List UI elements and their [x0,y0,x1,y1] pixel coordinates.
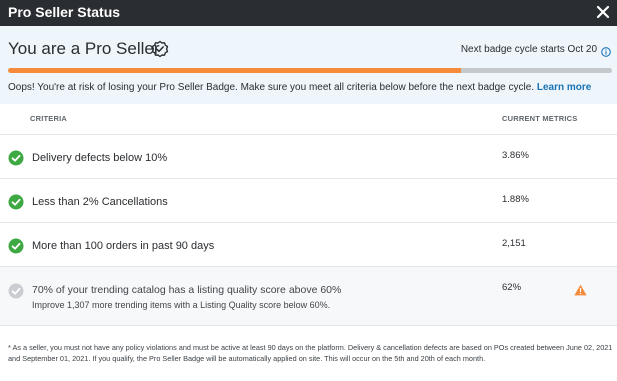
check-circle-icon [8,283,24,299]
criteria-label: More than 100 orders in past 90 days [32,240,215,252]
close-icon[interactable] [594,2,612,22]
table-row: Less than 2% Cancellations 1.88% [0,178,617,222]
criteria-label: Delivery defects below 10% [32,152,168,164]
warning-text: Oops! You're at risk of losing your Pro … [8,82,537,93]
title-bar: Pro Seller Status [0,0,617,26]
warning-triangle-icon [574,283,587,296]
metric-value: 3.86% [502,150,529,161]
metrics-column-header: CURRENT METRICS [502,114,578,123]
metric-value: 2,151 [502,238,526,249]
criteria-column-header: CRITERIA [30,114,68,123]
status-header: You are a Pro Seller Next badge cycle st… [0,26,617,104]
check-circle-icon [8,194,24,210]
learn-more-link[interactable]: Learn more [537,82,591,93]
badge-check-icon [151,40,169,58]
risk-warning-message: Oops! You're at risk of losing your Pro … [8,82,591,93]
badge-cycle-progress-bar [8,68,612,73]
criteria-label: 70% of your trending catalog has a listi… [32,284,342,296]
table-row: Delivery defects below 10% 3.86% [0,134,617,178]
footer: * As a seller, you must not have any pol… [0,325,617,381]
table-row: More than 100 orders in past 90 days 2,1… [0,222,617,266]
progress-fill [8,68,461,73]
footnote: * As a seller, you must not have any pol… [8,343,613,363]
window-title: Pro Seller Status [8,4,121,20]
badge-cycle-text: Next badge cycle starts Oct 20 [460,44,597,55]
info-icon[interactable] [601,44,611,57]
criteria-label: Less than 2% Cancellations [32,196,168,208]
metric-value: 62% [502,282,522,293]
metric-value: 1.88% [502,194,529,205]
check-circle-icon [8,238,24,254]
criteria-subtext: Improve 1,307 more trending items with a… [32,300,331,310]
table-row: 70% of your trending catalog has a listi… [0,266,617,325]
check-circle-icon [8,150,24,166]
page-title: You are a Pro Seller [8,39,160,58]
